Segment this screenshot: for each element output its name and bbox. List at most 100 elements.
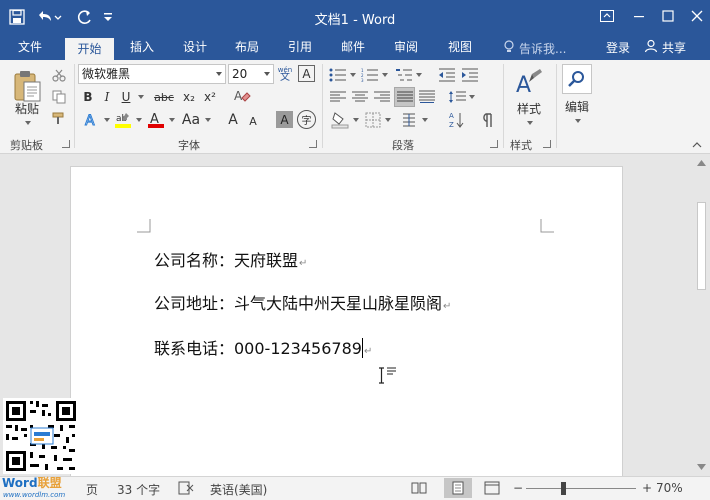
multilevel-list-icon[interactable] (394, 66, 414, 84)
font-name-combo[interactable]: 微软雅黑 (78, 64, 226, 84)
share-button[interactable]: 共享 (644, 39, 686, 56)
print-layout-icon[interactable] (444, 478, 472, 498)
font-color-icon[interactable]: A (146, 110, 166, 130)
tab-view[interactable]: 视图 (440, 38, 480, 60)
shrink-font-button[interactable]: A (245, 112, 261, 130)
bullets-icon[interactable] (328, 66, 348, 84)
minimize-icon[interactable] (626, 4, 652, 28)
phonetic-guide-button[interactable]: wén 文 (276, 64, 294, 84)
page-indicator[interactable]: 页 (86, 481, 98, 498)
tab-insert[interactable]: 插入 (122, 38, 162, 60)
tab-mailings[interactable]: 邮件 (333, 38, 373, 60)
close-icon[interactable] (684, 4, 710, 28)
align-right-icon[interactable] (372, 88, 392, 106)
editing-dropdown[interactable] (572, 116, 582, 126)
multilevel-dropdown[interactable] (414, 66, 422, 84)
zoom-in-button[interactable]: + (642, 481, 652, 495)
tab-review[interactable]: 审阅 (386, 38, 426, 60)
zoom-slider-thumb[interactable] (561, 482, 566, 495)
editing-label[interactable]: 编辑 (558, 98, 596, 114)
highlight-icon[interactable]: ab (113, 110, 133, 130)
paste-dropdown[interactable] (21, 118, 33, 128)
strikethrough-button[interactable]: abc (150, 88, 178, 106)
login-link[interactable]: 登录 (606, 39, 630, 56)
distributed-icon[interactable] (417, 88, 437, 106)
line-spacing-icon[interactable] (446, 88, 468, 106)
italic-button[interactable]: I (99, 88, 115, 106)
text-effects-dropdown[interactable] (101, 110, 111, 130)
tab-references[interactable]: 引用 (280, 38, 320, 60)
tab-layout[interactable]: 布局 (227, 38, 267, 60)
tab-design[interactable]: 设计 (175, 38, 215, 60)
char-shading-button[interactable]: A (276, 111, 293, 128)
clipboard-launcher[interactable] (62, 140, 70, 148)
margin-corner-top-right (540, 219, 554, 233)
scroll-down-icon[interactable] (697, 464, 706, 470)
collapse-ribbon-icon[interactable] (690, 140, 704, 150)
increase-indent-icon[interactable] (460, 66, 480, 84)
clear-formatting-icon[interactable]: A (232, 87, 252, 107)
line-spacing-dropdown[interactable] (467, 88, 475, 106)
superscript-button[interactable]: x² (201, 88, 219, 106)
decrease-indent-icon[interactable] (437, 66, 457, 84)
language-indicator[interactable]: 英语(美国) (210, 481, 267, 498)
borders-dropdown[interactable] (383, 110, 391, 130)
styles-dropdown[interactable] (524, 118, 534, 128)
shading-dropdown[interactable] (351, 110, 359, 130)
tab-file[interactable]: 文件 (8, 38, 52, 60)
char-border-button[interactable]: A (298, 65, 315, 82)
word-count[interactable]: 33 个字 (117, 481, 160, 498)
font-size-combo[interactable]: 20 (228, 64, 274, 84)
scroll-up-icon[interactable] (697, 160, 706, 166)
styles-launcher[interactable] (543, 140, 551, 148)
show-marks-icon[interactable] (478, 110, 498, 130)
paste-label[interactable]: 粘贴 (10, 100, 44, 116)
styles-label[interactable]: 样式 (510, 100, 548, 116)
find-icon[interactable] (562, 64, 592, 94)
document-line[interactable]: 公司名称：天府联盟↵ (154, 247, 307, 271)
numbering-icon[interactable]: 123 (360, 66, 380, 84)
align-left-icon[interactable] (328, 88, 348, 106)
grow-font-button[interactable]: A (224, 110, 242, 130)
shading-icon[interactable] (329, 110, 351, 130)
underline-button[interactable]: U (118, 88, 134, 106)
bold-button[interactable]: B (80, 88, 96, 106)
text-effects-icon[interactable]: A (80, 110, 102, 130)
ribbon-display-icon[interactable] (594, 4, 620, 28)
scroll-thumb[interactable] (697, 202, 706, 290)
tell-me-box[interactable]: 告诉我... (503, 40, 566, 57)
numbering-dropdown[interactable] (380, 66, 388, 84)
vertical-scrollbar[interactable] (693, 154, 710, 476)
document-line[interactable]: 公司地址：斗气大陆中州天星山脉星陨阁↵ (154, 290, 451, 314)
proofing-icon[interactable] (178, 481, 194, 498)
font-color-dropdown[interactable] (166, 110, 176, 130)
copy-icon[interactable] (50, 88, 68, 106)
maximize-icon[interactable] (655, 4, 681, 28)
borders-icon[interactable] (363, 110, 383, 130)
highlight-dropdown[interactable] (133, 110, 143, 130)
web-layout-icon[interactable] (484, 481, 500, 498)
font-launcher[interactable] (309, 140, 317, 148)
underline-dropdown[interactable] (135, 88, 145, 106)
enclose-char-button[interactable]: 字 (297, 110, 316, 129)
sort-icon[interactable]: AZ (447, 109, 467, 131)
format-painter-icon[interactable] (50, 110, 68, 128)
chinese-layout-icon[interactable] (400, 110, 418, 130)
paragraph-launcher[interactable] (490, 140, 498, 148)
bullets-dropdown[interactable] (348, 66, 356, 84)
tab-home[interactable]: 开始 (65, 38, 114, 61)
styles-icon[interactable]: A (512, 66, 546, 100)
subscript-button[interactable]: x₂ (180, 88, 198, 106)
read-mode-icon[interactable] (411, 481, 427, 498)
zoom-slider[interactable] (526, 488, 636, 489)
justify-icon[interactable] (394, 87, 415, 107)
zoom-level[interactable]: 70% (656, 481, 683, 495)
change-case-dropdown[interactable] (202, 110, 212, 130)
chinese-layout-dropdown[interactable] (420, 110, 428, 130)
change-case-button[interactable]: Aa (180, 110, 202, 130)
align-center-icon[interactable] (350, 88, 370, 106)
document-page[interactable]: 公司名称：天府联盟↵ 公司地址：斗气大陆中州天星山脉星陨阁↵ 联系电话：000-… (70, 166, 623, 476)
cut-icon[interactable] (50, 66, 68, 84)
zoom-out-button[interactable]: − (513, 481, 523, 495)
document-line[interactable]: 联系电话：000-123456789 ↵ (154, 335, 372, 359)
